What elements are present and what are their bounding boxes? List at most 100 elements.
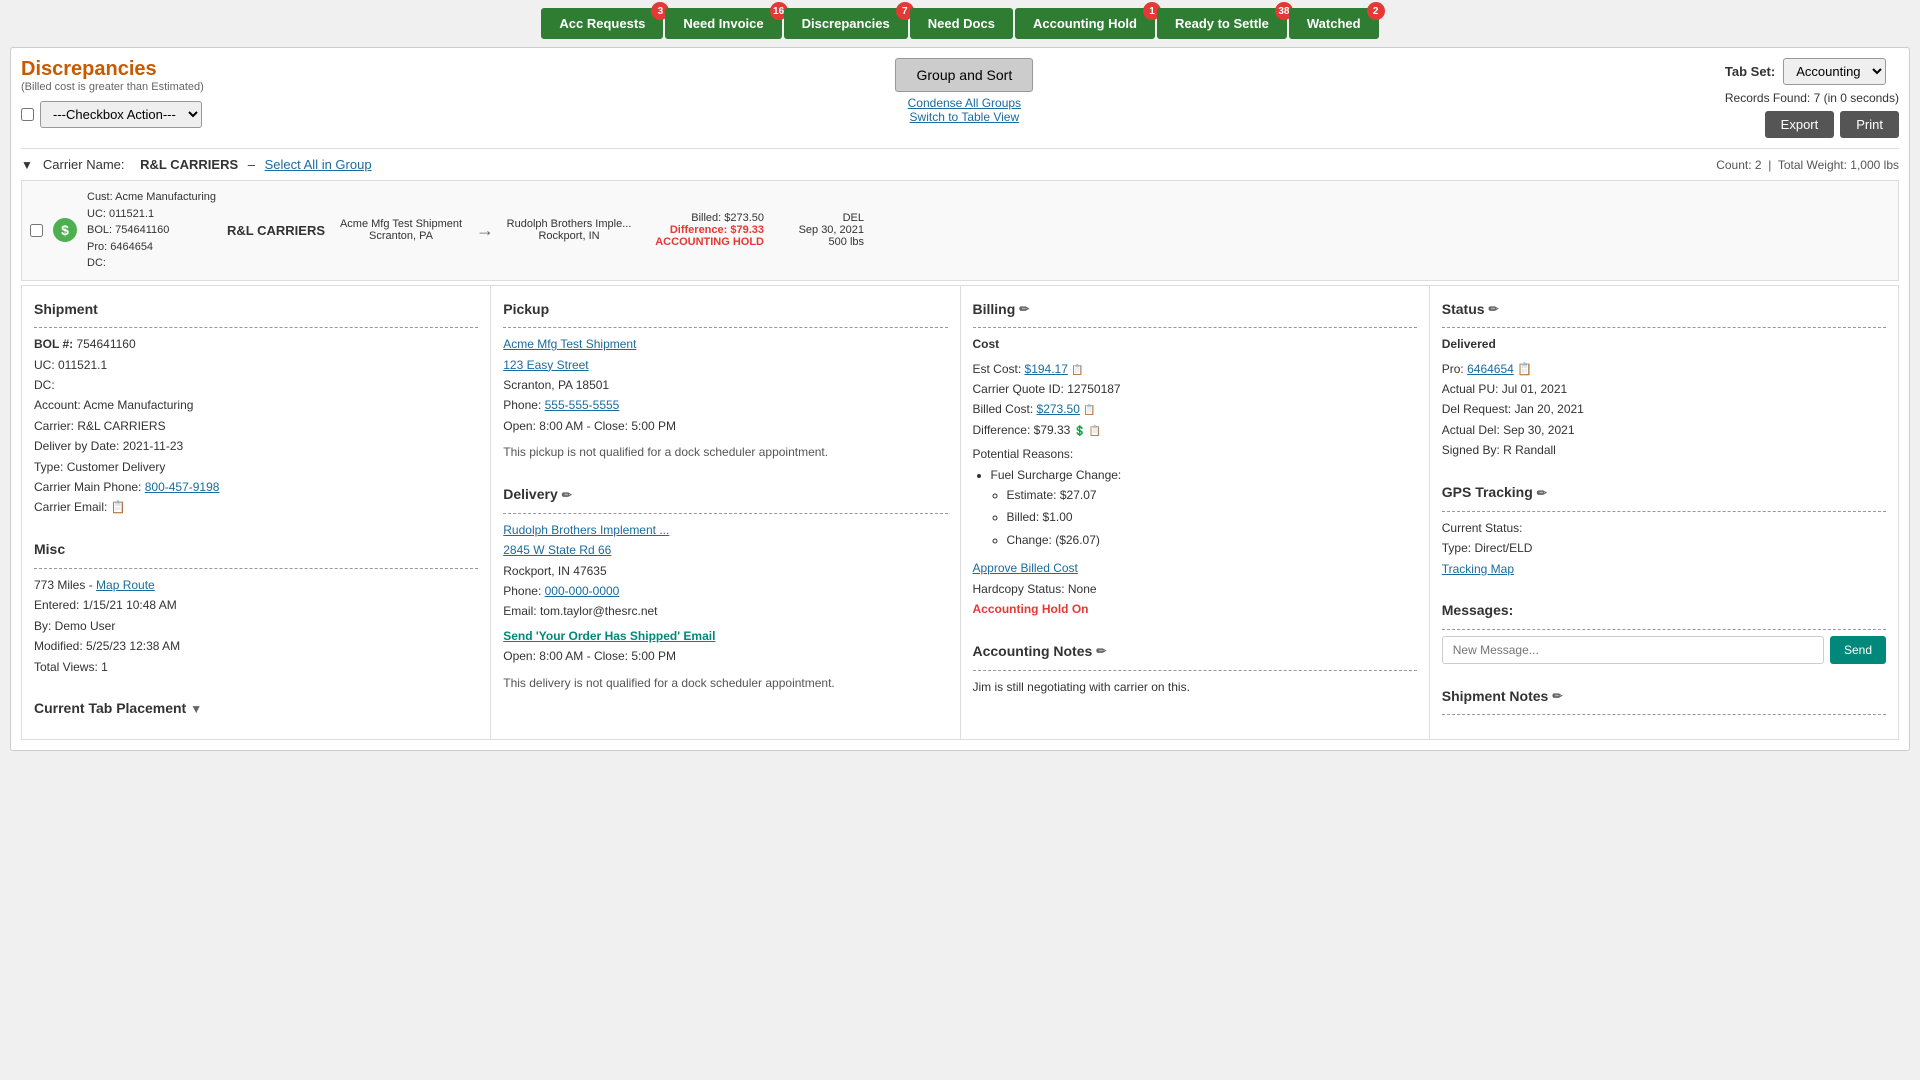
signed-by-row: Signed By: R Randall: [1442, 440, 1886, 460]
del-address-name[interactable]: Rudolph Brothers Implement ...: [503, 523, 669, 537]
current-tab-chevron[interactable]: ▼: [190, 699, 202, 719]
acct-notes-edit-icon[interactable]: ✏: [1096, 641, 1106, 661]
pro-copy-icon[interactable]: 📋: [1517, 359, 1532, 379]
del-request-value: Jan 20, 2021: [1514, 402, 1583, 416]
map-route-link[interactable]: Map Route: [96, 578, 155, 592]
tracking-map-link[interactable]: Tracking Map: [1442, 562, 1514, 576]
del-address-city: Rockport, IN 47635: [503, 561, 947, 581]
gps-title: GPS Tracking ✏: [1442, 481, 1886, 505]
tab-acc-requests[interactable]: Acc Requests 3: [541, 8, 663, 39]
pickup-phone: Phone: 555-555-5555: [503, 395, 947, 415]
billing-panel: Billing ✏ Cost Est Cost: $194.17 📋 Carri…: [961, 286, 1430, 740]
pickup-address-name[interactable]: Acme Mfg Test Shipment: [503, 337, 636, 351]
shipment-checkbox[interactable]: [30, 224, 43, 237]
group-sort-button[interactable]: Group and Sort: [895, 58, 1033, 92]
signed-by-value: R Randall: [1503, 443, 1556, 457]
send-shipped-email-link[interactable]: Send 'Your Order Has Shipped' Email: [503, 629, 715, 643]
billed-cost-icon: 📋: [1083, 405, 1095, 416]
miles-value: 773 Miles -: [34, 578, 93, 592]
pro-value[interactable]: 6464654: [1467, 362, 1514, 376]
actual-pu-row: Actual PU: Jul 01, 2021: [1442, 379, 1886, 399]
shipment-panel: Shipment BOL #: 754641160 UC: 011521.1 D…: [22, 286, 491, 740]
actual-del-label: Actual Del:: [1442, 423, 1503, 437]
header-row: Discrepancies (Billed cost is greater th…: [21, 58, 1899, 138]
shipment-notes-title: Shipment Notes ✏: [1442, 685, 1886, 709]
checkbox-action-row: ---Checkbox Action---: [21, 101, 204, 128]
condense-all-link[interactable]: Condense All Groups: [895, 96, 1033, 110]
delivered-label: Delivered: [1442, 334, 1886, 354]
account-value: Acme Manufacturing: [83, 398, 193, 412]
tab-accounting-hold[interactable]: Accounting Hold 1: [1015, 8, 1155, 39]
bol-value: 754641160: [76, 337, 135, 351]
main-container: Discrepancies (Billed cost is greater th…: [10, 47, 1910, 751]
collapse-icon[interactable]: ▼: [21, 158, 33, 172]
shipment-from: Acme Mfg Test Shipment Scranton, PA: [336, 218, 466, 242]
reason-sub-2: Change: ($26.07): [1007, 530, 1417, 550]
tab-need-invoice[interactable]: Need Invoice 16: [665, 8, 781, 39]
to-line2: Rockport, IN: [504, 230, 634, 242]
pickup-phone-label: Phone:: [503, 398, 544, 412]
shipment-panel-title: Shipment: [34, 298, 478, 322]
status-edit-icon[interactable]: ✏: [1489, 299, 1499, 319]
billed-cost: Billed: $273.50: [644, 212, 764, 224]
select-all-group-link[interactable]: Select All in Group: [265, 157, 372, 172]
billing-edit-icon[interactable]: ✏: [1019, 299, 1029, 319]
message-input[interactable]: [1442, 636, 1824, 664]
tab-watched[interactable]: Watched 2: [1289, 8, 1379, 39]
acct-hold-status: Accounting Hold On: [973, 599, 1417, 619]
gps-status-label: Current Status:: [1442, 521, 1523, 535]
del-address-street[interactable]: 2845 W State Rd 66: [503, 543, 611, 557]
approve-billed-link[interactable]: Approve Billed Cost: [973, 561, 1078, 575]
tab-need-docs[interactable]: Need Docs: [910, 8, 1013, 39]
shipment-row: $ Cust: Acme Manufacturing UC: 011521.1 …: [21, 180, 1899, 281]
carrier-email-value: 📋: [111, 500, 126, 514]
difference-icons: 💲 📋: [1074, 426, 1102, 437]
delivery-edit-icon[interactable]: ✏: [562, 485, 572, 505]
export-button[interactable]: Export: [1765, 111, 1835, 138]
modified-label: Modified:: [34, 639, 86, 653]
del-hours: Open: 8:00 AM - Close: 5:00 PM: [503, 646, 947, 666]
actual-pu-value: Jul 01, 2021: [1502, 382, 1567, 396]
pickup-phone-link[interactable]: 555-555-5555: [545, 398, 620, 412]
entered-value: 1/15/21 10:48 AM: [83, 598, 177, 612]
misc-title: Misc: [34, 538, 478, 562]
tab-set-select[interactable]: Accounting: [1783, 58, 1886, 85]
from-line2: Scranton, PA: [336, 230, 466, 242]
records-found: Records Found: 7 (in 0 seconds): [1725, 91, 1899, 105]
header-right: Tab Set: Accounting Records Found: 7 (in…: [1725, 58, 1899, 138]
pickup-address-city: Scranton, PA 18501: [503, 375, 947, 395]
billed-cost-value[interactable]: $273.50: [1037, 402, 1080, 416]
tab-ready-to-settle[interactable]: Ready to Settle 38: [1157, 8, 1287, 39]
del-request-row: Del Request: Jan 20, 2021: [1442, 399, 1886, 419]
del-phone-link[interactable]: 000-000-0000: [545, 584, 620, 598]
reason-sub-1: Billed: $1.00: [1007, 507, 1417, 527]
carrier-email-label: Carrier Email:: [34, 500, 111, 514]
billed-cost-row: Billed Cost: $273.50 📋: [973, 399, 1417, 419]
total-views-field: Total Views: 1: [34, 657, 478, 677]
carrier-quote-label: Carrier Quote ID:: [973, 382, 1068, 396]
messages-title: Messages:: [1442, 599, 1886, 623]
select-all-checkbox[interactable]: [21, 108, 34, 121]
switch-table-link[interactable]: Switch to Table View: [895, 110, 1033, 124]
status-panel: Status ✏ Delivered Pro: 6464654 📋 Actual…: [1430, 286, 1898, 740]
tab-set-label: Tab Set:: [1725, 64, 1775, 79]
message-input-row: Send: [1442, 636, 1886, 664]
pickup-address-street[interactable]: 123 Easy Street: [503, 358, 588, 372]
tab-set-row: Tab Set: Accounting: [1725, 58, 1899, 85]
checkbox-action-select[interactable]: ---Checkbox Action---: [40, 101, 202, 128]
send-button[interactable]: Send: [1830, 636, 1886, 664]
shipment-notes-edit-icon[interactable]: ✏: [1552, 686, 1562, 706]
acct-notes-title: Accounting Notes ✏: [973, 640, 1417, 664]
tab-discrepancies[interactable]: Discrepancies 7: [784, 8, 908, 39]
gps-edit-icon[interactable]: ✏: [1537, 483, 1547, 503]
group-header-right: Count: 2 | Total Weight: 1,000 lbs: [1716, 158, 1899, 172]
top-navigation: Acc Requests 3 Need Invoice 16 Discrepan…: [0, 0, 1920, 47]
carrier-phone-link[interactable]: 800-457-9198: [145, 480, 220, 494]
entered-field: Entered: 1/15/21 10:48 AM: [34, 595, 478, 615]
est-cost-value[interactable]: $194.17: [1025, 362, 1068, 376]
deliver-by-field: Deliver by Date: 2021-11-23: [34, 436, 478, 456]
miles-field: 773 Miles - Map Route: [34, 575, 478, 595]
modified-value: 5/25/23 12:38 AM: [86, 639, 180, 653]
print-button[interactable]: Print: [1840, 111, 1899, 138]
shipment-del: DEL Sep 30, 2021 500 lbs: [774, 212, 864, 248]
